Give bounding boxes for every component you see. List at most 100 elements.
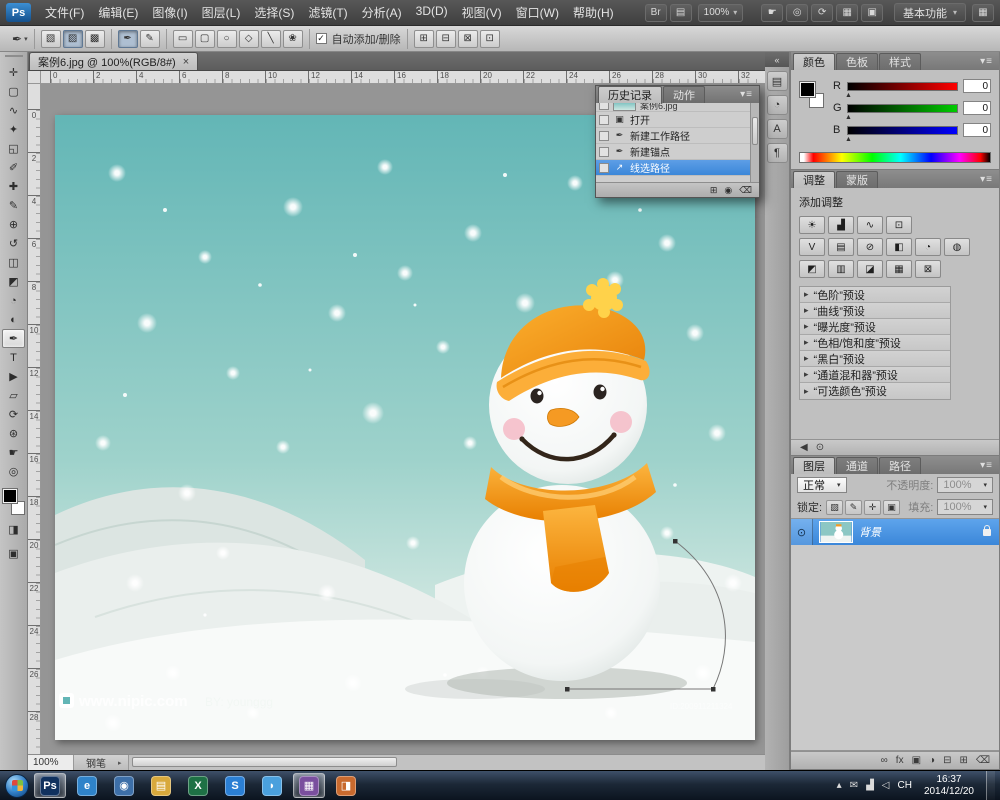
lock-button-lock-pixels[interactable]: ✎: [845, 500, 862, 515]
tray-icon-message[interactable]: ✉: [850, 780, 858, 791]
menu-item-filter[interactable]: 滤镜(T): [301, 0, 354, 26]
adjustment-hue-saturation[interactable]: ▤: [828, 238, 854, 256]
adjustment-preset[interactable]: “通道混和器”预设: [800, 367, 950, 383]
start-button[interactable]: [5, 774, 29, 798]
status-flyout-icon[interactable]: ▸: [118, 759, 128, 767]
draw-mode-fill-pixels[interactable]: ▩: [85, 30, 105, 48]
menu-item-layer[interactable]: 图层(L): [195, 0, 248, 26]
adjustments-footer-icon-clip-to-layer[interactable]: ⊙: [816, 442, 824, 453]
history-footer-icon-new-document-from-state[interactable]: ⊞: [710, 185, 718, 196]
adjustment-photo-filter[interactable]: ◔: [915, 238, 941, 256]
menu-item-file[interactable]: 文件(F): [38, 0, 91, 26]
toolbar-extra-quick-mask[interactable]: ◨: [2, 520, 25, 539]
slider-thumb-icon[interactable]: ▲: [845, 136, 852, 143]
adjustment-exposure[interactable]: ⊡: [886, 216, 912, 234]
menubar-icon-zoom[interactable]: ◎: [786, 4, 808, 22]
zoom-level-select[interactable]: 100%: [698, 4, 744, 22]
lock-button-lock-transparency[interactable]: ▨: [826, 500, 843, 515]
adjustment-posterize[interactable]: ▥: [828, 260, 854, 278]
adjustment-preset[interactable]: “色阶”预设: [800, 287, 950, 303]
layers-footer-icon-delete-layer[interactable]: ⌫: [976, 755, 990, 766]
adjustment-threshold[interactable]: ◪: [857, 260, 883, 278]
channel-slider[interactable]: ▲: [847, 82, 958, 91]
adjustment-color-balance[interactable]: ⊘: [857, 238, 883, 256]
tool-eraser[interactable]: ◫: [2, 253, 25, 272]
layers-footer-icon-layer-style[interactable]: fx: [896, 755, 904, 766]
adjustment-preset[interactable]: “曲线”预设: [800, 303, 950, 319]
taskbar-item-internet-explorer[interactable]: e: [71, 773, 103, 798]
panel-menu-icon[interactable]: [734, 89, 759, 100]
panel-tab-swatches[interactable]: 色板: [836, 53, 878, 70]
menu-item-analysis[interactable]: 分析(A): [355, 0, 409, 26]
adjustment-preset[interactable]: “色相/饱和度”预设: [800, 335, 950, 351]
tool-blur[interactable]: ◔: [2, 291, 25, 310]
toolbar-grip[interactable]: [5, 55, 23, 60]
adjustment-preset[interactable]: “可选颜色”预设: [800, 383, 950, 399]
tool-history-brush[interactable]: ↺: [2, 234, 25, 253]
adjustment-preset[interactable]: “黑白”预设: [800, 351, 950, 367]
menubar-icon-view-extras[interactable]: ▤: [670, 4, 692, 22]
tool-gradient[interactable]: ◩: [2, 272, 25, 291]
collapse-dock-button[interactable]: «: [765, 52, 789, 67]
tool-brush[interactable]: ✎: [2, 196, 25, 215]
tool-pen[interactable]: ✒: [2, 329, 25, 348]
ruler-origin[interactable]: [28, 71, 41, 84]
tool-shape[interactable]: ▱: [2, 386, 25, 405]
channel-value-field[interactable]: 0: [963, 101, 991, 115]
channel-slider[interactable]: ▲: [847, 126, 958, 135]
fill-select[interactable]: 100%: [937, 499, 993, 515]
adjustment-selective-color[interactable]: ⊠: [915, 260, 941, 278]
menubar-icon-arrange-documents[interactable]: ▦: [836, 4, 858, 22]
pen-variant-freeform-pen[interactable]: ✎: [140, 30, 160, 48]
tool-preset-picker[interactable]: ✒: [12, 32, 28, 46]
panel-tab-styles[interactable]: 样式: [879, 53, 921, 70]
blend-mode-select[interactable]: 正常: [797, 477, 847, 493]
tool-path-selection[interactable]: ▶: [2, 367, 25, 386]
close-icon[interactable]: ×: [183, 56, 189, 68]
shape-custom-shape[interactable]: ❀: [283, 30, 303, 48]
auto-add-delete-checkbox[interactable]: [316, 33, 327, 44]
lock-button-lock-all[interactable]: ▣: [883, 500, 900, 515]
tool-eyedropper[interactable]: ✐: [2, 158, 25, 177]
layers-footer-icon-link-layers[interactable]: ∞: [881, 755, 888, 766]
adjustment-gradient-map[interactable]: ▦: [886, 260, 912, 278]
adjustment-preset[interactable]: “曝光度”预设: [800, 319, 950, 335]
path-op-exclude-path[interactable]: ⊡: [480, 30, 500, 48]
channel-slider[interactable]: ▲: [847, 104, 958, 113]
adjustments-footer-icon-switch-panel-view[interactable]: ◀: [800, 442, 808, 453]
history-source-checkbox[interactable]: [599, 131, 609, 141]
cs-live-icon[interactable]: ▦: [972, 4, 994, 22]
history-source-checkbox[interactable]: [599, 115, 609, 125]
layers-footer-icon-new-adjustment-layer[interactable]: ◑: [929, 755, 935, 766]
layers-footer-icon-add-mask[interactable]: ▣: [912, 755, 921, 766]
tool-3d-rotate[interactable]: ⟳: [2, 405, 25, 424]
adjustment-brightness-contrast[interactable]: ☀: [799, 216, 825, 234]
tool-dodge[interactable]: ◐: [2, 310, 25, 329]
workspace-switcher[interactable]: 基本功能: [894, 3, 966, 22]
adjustment-levels[interactable]: ▟: [828, 216, 854, 234]
tool-healing-brush[interactable]: ✚: [2, 177, 25, 196]
panel-tab-color[interactable]: 颜色: [793, 53, 835, 70]
tool-marquee[interactable]: ▢: [2, 82, 25, 101]
tool-crop[interactable]: ◱: [2, 139, 25, 158]
panel-tab-channels[interactable]: 通道: [836, 457, 878, 474]
adjustment-vibrance[interactable]: V: [799, 238, 825, 256]
scrollbar-thumb[interactable]: [132, 757, 397, 767]
draw-mode-shape-layers[interactable]: ▧: [41, 30, 61, 48]
taskbar-item-photos[interactable]: ◨: [330, 773, 362, 798]
path-op-intersect-path[interactable]: ⊠: [458, 30, 478, 48]
slider-thumb-icon[interactable]: ▲: [845, 92, 852, 99]
menubar-icon-screen-mode[interactable]: ▣: [861, 4, 883, 22]
path-op-add-to-path[interactable]: ⊞: [414, 30, 434, 48]
panel-tab-layers[interactable]: 图层: [793, 457, 835, 474]
panel-color-swatches[interactable]: [799, 82, 825, 108]
layer-visibility-toggle[interactable]: ⊙: [791, 519, 813, 545]
taskbar-item-photoshop[interactable]: Ps: [34, 773, 66, 798]
show-desktop-button[interactable]: [986, 771, 995, 800]
toolbar-extra-screen-mode[interactable]: ▣: [2, 544, 25, 563]
tray-icon-tray-expand[interactable]: ▴: [837, 780, 842, 791]
history-scrollbar[interactable]: [750, 103, 759, 182]
menubar-icon-rotate-view[interactable]: ⟳: [811, 4, 833, 22]
taskbar-item-image-viewer[interactable]: ▦: [293, 773, 325, 798]
shape-rounded-rectangle[interactable]: ▢: [195, 30, 215, 48]
